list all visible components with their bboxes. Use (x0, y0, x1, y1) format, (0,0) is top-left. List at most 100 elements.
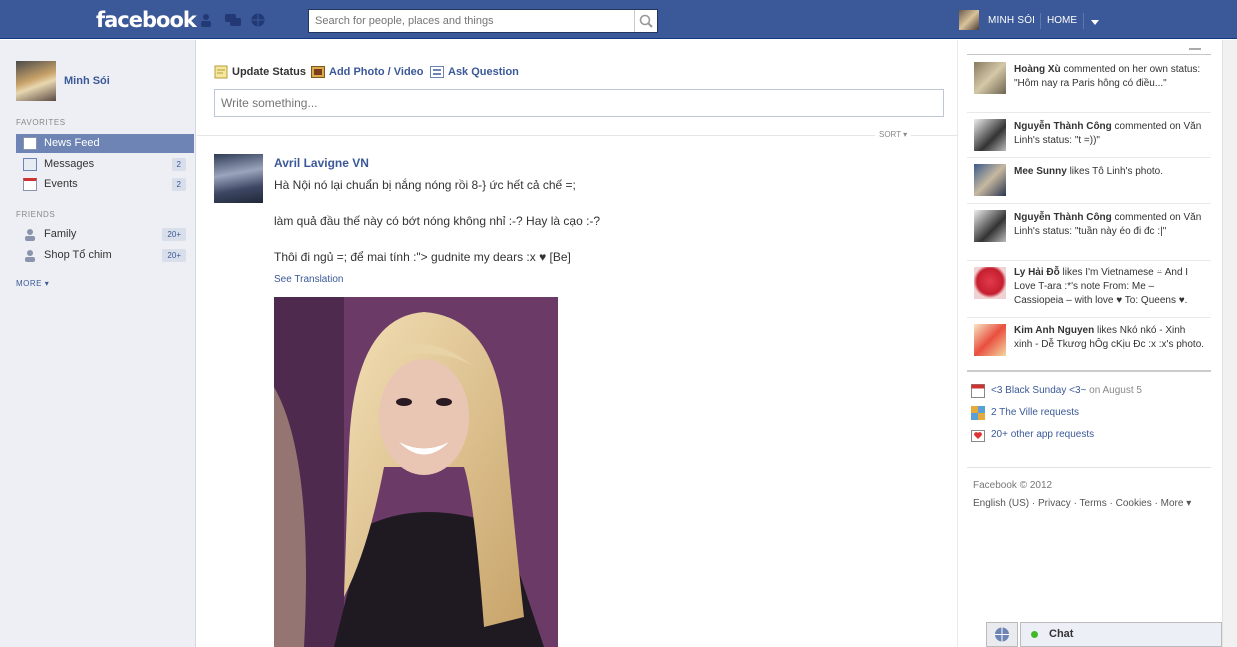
ticker-bottom-border (967, 370, 1211, 372)
right-sidebar: Hoàng Xù commented on her own status: "H… (957, 40, 1237, 647)
event-reminder[interactable]: <3 Black Sunday <3~ on August 5 (971, 383, 1142, 399)
calendar-icon (971, 384, 985, 398)
ticker-actor: Mee Sunny (1014, 166, 1067, 177)
add-photo-video-tab[interactable]: Add Photo / Video (311, 65, 424, 81)
main-feed: Update Status Add Photo / Video Ask Ques… (197, 40, 957, 647)
request-label: 20+ other app requests (991, 429, 1095, 440)
sort-label: SORT (879, 130, 901, 139)
sidebar-item-news-feed[interactable]: News Feed (16, 134, 194, 153)
ticker-text: Kim Anh Nguyen likes Nkó nkó - Xinh xinh… (1014, 324, 1206, 352)
the-ville-app-icon (971, 406, 985, 420)
more-label: MORE (16, 279, 42, 288)
search-icon (639, 14, 653, 28)
ticker-actor: Hoàng Xù (1014, 64, 1061, 75)
post-author-name[interactable]: Avril Lavigne VN (274, 156, 369, 170)
ticker-avatar (974, 210, 1006, 242)
search-button[interactable] (634, 10, 657, 32)
tab-label: Update Status (232, 66, 306, 78)
page-scrollbar[interactable] (1222, 40, 1237, 647)
see-translation-link[interactable]: See Translation (274, 274, 344, 285)
messages-icon (23, 158, 37, 171)
ticker-item[interactable]: Hoàng Xù commented on her own status: "H… (967, 56, 1211, 113)
event-date: on August 5 (1086, 385, 1142, 396)
topbar-avatar[interactable] (959, 10, 979, 30)
post-text-line: làm quả đầu thế này có bớt nóng không nh… (274, 214, 601, 228)
request-label: 2 The Ville requests (991, 407, 1080, 418)
ticker-text: Mee Sunny likes Tô Linh's photo. (1014, 165, 1206, 179)
ticker-item[interactable]: Ly Hải Đỗ likes I'm Vietnamese ⍨ And I L… (967, 261, 1211, 318)
ticker-text: Ly Hải Đỗ likes I'm Vietnamese ⍨ And I L… (1014, 266, 1206, 308)
search-input[interactable] (309, 10, 635, 32)
photo-image (274, 297, 558, 647)
count-badge: 20+ (162, 249, 186, 262)
update-status-tab[interactable]: Update Status (214, 65, 306, 81)
sidebar-item-label: Messages (44, 158, 95, 170)
friends-heading: FRIENDS (16, 210, 56, 219)
footer-divider (967, 467, 1211, 468)
event-link[interactable]: <3 Black Sunday <3~ (991, 385, 1086, 396)
count-badge: 2 (171, 158, 186, 171)
photo-icon (311, 65, 325, 79)
sidebar-item-family[interactable]: Family 20+ (16, 225, 194, 244)
sidebar-item-shop-to-chim[interactable]: Shop Tổ chim 20+ (16, 246, 194, 265)
more-link[interactable]: MORE ▾ (16, 279, 49, 288)
app-request-other[interactable]: 20+ other app requests (971, 427, 1094, 443)
ticker-avatar (974, 267, 1006, 299)
footer-links[interactable]: English (US) · Privacy · Terms · Cookies… (973, 498, 1191, 509)
chevron-down-icon: ▾ (42, 279, 50, 288)
post-text-line: Thôi đi ngủ =; để mai tính :"> gudnite m… (274, 250, 571, 264)
chat-button[interactable]: Chat (1020, 622, 1222, 647)
facebook-logo[interactable]: facebook (96, 8, 197, 32)
ticker-item[interactable]: Mee Sunny likes Tô Linh's photo. (967, 158, 1211, 204)
app-request-ville[interactable]: 2 The Ville requests (971, 405, 1079, 421)
tab-label: Add Photo / Video (329, 66, 424, 78)
ticker-actor: Nguyễn Thành Công (1014, 121, 1112, 132)
ticker-avatar (974, 164, 1006, 196)
ticker-item[interactable]: Nguyễn Thành Công commented on Văn Linh'… (967, 113, 1211, 158)
ticker-actor: Nguyễn Thành Công (1014, 212, 1112, 223)
chevron-down-icon: ▾ (900, 130, 908, 139)
ticker-actor: Kim Anh Nguyen (1014, 325, 1095, 336)
sidebar-item-messages[interactable]: Messages 2 (16, 155, 194, 174)
ticker-text: Nguyễn Thành Công commented on Văn Linh'… (1014, 120, 1206, 148)
profile-name[interactable]: Minh Sói (64, 75, 110, 87)
question-list-icon (430, 65, 444, 79)
account-menu-chevron-icon[interactable] (1091, 20, 1099, 25)
ask-question-tab[interactable]: Ask Question (430, 65, 519, 81)
status-composer (214, 89, 944, 117)
sort-button[interactable]: SORT ▾ (875, 130, 912, 139)
sidebar-item-label: News Feed (44, 137, 100, 149)
friend-list-icon (23, 249, 37, 262)
ticker-text: Nguyễn Thành Công commented on Văn Linh'… (1014, 211, 1206, 239)
sidebar-item-label: Shop Tổ chim (44, 249, 112, 261)
sidebar-item-label: Events (44, 178, 78, 190)
post-author-avatar[interactable] (214, 154, 263, 203)
sidebar-item-events[interactable]: Events 2 (16, 175, 194, 194)
messages-icon[interactable] (225, 13, 241, 27)
home-link[interactable]: HOME (1047, 15, 1077, 26)
ticker-avatar (974, 119, 1006, 151)
tab-label: Ask Question (448, 66, 519, 78)
profile-avatar[interactable] (16, 61, 56, 101)
ticker-item[interactable]: Nguyễn Thành Công commented on Văn Linh'… (967, 204, 1211, 261)
post-photo[interactable] (274, 297, 558, 647)
ticker-text: Hoàng Xù commented on her own status: "H… (1014, 63, 1206, 91)
calendar-icon (23, 178, 37, 191)
friend-requests-icon[interactable] (200, 13, 216, 27)
ticker-top-border (967, 54, 1211, 55)
ticker-avatar (974, 324, 1006, 356)
status-input[interactable] (215, 90, 943, 116)
count-badge: 2 (171, 178, 186, 191)
ticker-avatar (974, 62, 1006, 94)
online-status-icon (1031, 631, 1038, 638)
ticker-activity: likes Tô Linh's photo. (1066, 166, 1164, 177)
topbar-divider (1083, 13, 1084, 29)
feed-divider (197, 135, 957, 136)
globe-icon[interactable] (986, 622, 1018, 647)
topbar-user-name[interactable]: MINH SÓI (988, 15, 1035, 26)
sidebar-item-label: Family (44, 228, 77, 240)
ticker-item[interactable]: Kim Anh Nguyen likes Nkó nkó - Xinh xinh… (967, 318, 1211, 368)
notifications-icon[interactable] (250, 13, 266, 27)
count-badge: 20+ (162, 228, 186, 241)
search-box (308, 9, 658, 33)
